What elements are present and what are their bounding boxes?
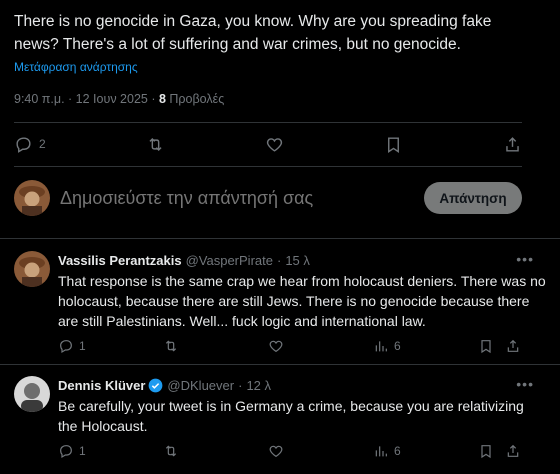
like-icon (266, 137, 282, 152)
reply-count: 1 (79, 444, 86, 458)
reply-time[interactable]: 15 λ (285, 253, 310, 268)
verified-icon (148, 378, 163, 393)
reply-author-name[interactable]: Dennis Klüver (58, 378, 145, 393)
reply-button[interactable]: 1 (58, 338, 86, 354)
retweet-icon (165, 340, 177, 352)
retweet-icon (165, 445, 177, 457)
bookmark-icon (481, 340, 491, 354)
reply-count: 1 (79, 339, 86, 353)
views-button[interactable]: 6 (373, 443, 401, 459)
more-icon[interactable]: ••• (516, 376, 534, 392)
bookmark-icon (387, 136, 399, 153)
bookmark-button[interactable] (478, 338, 494, 354)
like-button[interactable] (268, 338, 284, 354)
views-icon (375, 446, 387, 457)
reply-icon (60, 445, 72, 459)
separator-dot: · (276, 252, 282, 268)
tweet-timestamp[interactable]: 9:40 π.μ. · 12 Ιουν 2025 · (14, 92, 159, 106)
share-button[interactable] (503, 135, 522, 154)
retweet-button[interactable] (163, 443, 179, 459)
views-count: 6 (394, 444, 401, 458)
reply-avatar[interactable] (14, 251, 50, 287)
reply-author-handle[interactable]: @VasperPirate (186, 253, 273, 268)
tweet-meta: 9:40 π.μ. · 12 Ιουν 2025 · 8 Προβολές (14, 92, 224, 106)
reply-count: 2 (39, 137, 46, 151)
reply-time[interactable]: 12 λ (246, 378, 271, 393)
like-icon (269, 445, 283, 458)
more-icon[interactable]: ••• (516, 251, 534, 267)
divider (14, 122, 522, 123)
retweet-button[interactable] (163, 338, 179, 354)
reply-text: That response is the same crap we hear f… (58, 273, 546, 329)
main-tweet-text: There is no genocide in Gaza, you know. … (14, 13, 492, 53)
share-icon (507, 444, 519, 457)
like-button[interactable] (265, 135, 284, 154)
like-icon (269, 340, 283, 353)
share-icon (506, 136, 519, 152)
tweet-action-bar: 2 (14, 132, 522, 156)
views-count: 6 (394, 339, 401, 353)
views-icon (375, 341, 387, 352)
views-label: Προβολές (165, 92, 225, 106)
bookmark-button[interactable] (384, 135, 403, 154)
reply-button[interactable]: 2 (14, 135, 46, 154)
main-tweet: There is no genocide in Gaza, you know. … (14, 10, 546, 74)
divider (14, 166, 522, 167)
retweet-button[interactable] (146, 135, 165, 154)
reply-button[interactable]: 1 (58, 443, 86, 459)
reply-action-bar: 1 6 (58, 336, 526, 356)
reply-input[interactable] (60, 187, 424, 209)
divider (0, 364, 560, 365)
translate-post-link[interactable]: Μετάφραση ανάρτησης (14, 60, 546, 74)
retweet-icon (149, 137, 162, 151)
reply-icon (60, 340, 72, 354)
share-button[interactable] (505, 443, 521, 459)
reply-item[interactable]: Dennis Klüver @DKluever · 12 λ Be carefu… (14, 376, 546, 436)
reply-avatar[interactable] (14, 376, 50, 412)
reply-author-name[interactable]: Vassilis Perantzakis (58, 253, 182, 268)
views-button[interactable]: 6 (373, 338, 401, 354)
user-avatar[interactable] (14, 180, 50, 216)
reply-composer: Απάντηση (14, 180, 522, 216)
bookmark-icon (481, 445, 491, 459)
views-count: 8 (158, 92, 166, 106)
share-button[interactable] (505, 338, 521, 354)
reply-item[interactable]: Vassilis Perantzakis @VasperPirate · 15 … (14, 251, 546, 331)
separator-dot: · (238, 377, 243, 393)
divider (0, 238, 560, 239)
reply-submit-button[interactable]: Απάντηση (424, 182, 522, 214)
like-button[interactable] (268, 443, 284, 459)
reply-text: Be carefully, your tweet is in Germany a… (58, 398, 524, 434)
bookmark-button[interactable] (478, 443, 494, 459)
share-icon (507, 339, 519, 352)
reply-author-handle[interactable]: @DKluever (167, 378, 234, 393)
reply-action-bar: 1 6 (58, 441, 526, 461)
reply-icon (16, 136, 31, 153)
